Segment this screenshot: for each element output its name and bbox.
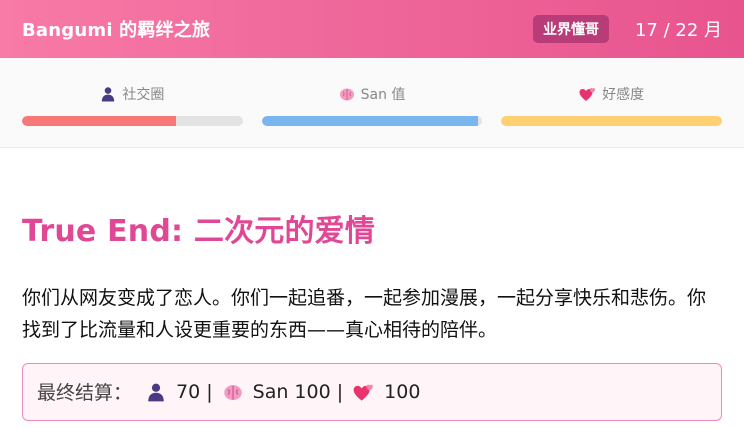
two-hearts-icon bbox=[353, 382, 374, 402]
san-bar bbox=[261, 116, 483, 126]
ending-description: 你们从网友变成了恋人。你们一起追番，一起参加漫展，一起分享快乐和悲伤。你找到了比… bbox=[22, 287, 707, 342]
person-icon bbox=[146, 382, 166, 402]
brain-icon bbox=[339, 86, 355, 102]
month-progress: 17 / 22 月 bbox=[634, 20, 722, 41]
final-summary: 最终结算： 70 | San 100 | 100 bbox=[22, 362, 722, 421]
stats-panel: 社交圈 San 值 好感度 bbox=[0, 58, 744, 148]
stat-social-label: 社交圈 bbox=[122, 87, 165, 103]
summary-label: 最终结算： bbox=[37, 382, 133, 405]
stat-affection: 好感度 bbox=[501, 58, 723, 126]
header-right: 业界懂哥 17 / 22 月 bbox=[532, 15, 722, 43]
two-hearts-icon bbox=[579, 86, 596, 102]
summary-social-value: 70 | bbox=[176, 380, 213, 403]
app-title: Bangumi 的羁绊之旅 bbox=[22, 20, 211, 41]
brain-icon bbox=[223, 382, 243, 402]
title-badge: 业界懂哥 bbox=[532, 15, 609, 43]
affection-bar bbox=[501, 116, 723, 126]
stat-social: 社交圈 bbox=[22, 58, 243, 126]
stat-san-label: San 值 bbox=[360, 87, 406, 103]
san-bar-fill bbox=[261, 116, 478, 126]
summary-san-value: San 100 | bbox=[252, 380, 344, 403]
ending-content: True End: 二次元的爱情 你们从网友变成了恋人。你们一起追番，一起参加漫… bbox=[0, 148, 744, 421]
ending-title: True End: 二次元的爱情 bbox=[22, 214, 376, 249]
affection-bar-fill bbox=[501, 116, 723, 126]
header-bar: Bangumi 的羁绊之旅 业界懂哥 17 / 22 月 bbox=[0, 0, 744, 58]
stat-affection-label: 好感度 bbox=[602, 87, 645, 103]
stat-san: San 值 bbox=[261, 58, 483, 126]
social-bar bbox=[22, 116, 243, 126]
person-icon bbox=[100, 86, 116, 102]
summary-affection-value: 100 bbox=[384, 380, 421, 403]
social-bar-fill bbox=[22, 116, 177, 126]
